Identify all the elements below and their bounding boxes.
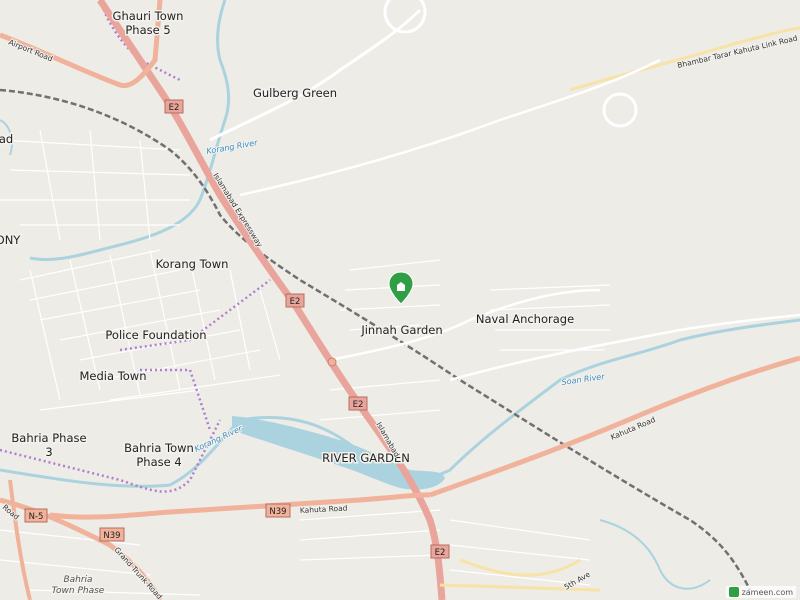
north-interchange [602, 92, 638, 128]
n39-shield-2: N39 [99, 527, 125, 542]
bahria-town-phase-4-label: Bahria Town Phase 4 [124, 441, 194, 469]
kahuta-road-west-label: Kahuta Road [300, 504, 348, 515]
n5-shield: N-5 [24, 508, 48, 523]
naval-anchorage-label: Naval Anchorage [476, 312, 574, 326]
location-pin-icon[interactable] [388, 271, 414, 305]
police-foundation-label: Police Foundation [105, 328, 206, 342]
media-town-label: Media Town [80, 369, 147, 383]
svg-text:E2: E2 [169, 103, 180, 113]
gulberg-green-label: Gulberg Green [253, 86, 337, 100]
n39-shield-1: N39 [265, 503, 291, 518]
bhambar-tarar-road-label: Bhambar Tarar Kahuta Link Road [676, 33, 798, 70]
svg-text:E2: E2 [353, 400, 364, 410]
korang-river-lower-label: Korang River [193, 424, 244, 454]
islamabad-expressway-label: Islamabad Expressway [211, 171, 264, 249]
ad-label: ad [0, 132, 13, 146]
n5-road [8, 479, 32, 600]
watermark-text: zameen.com [741, 587, 793, 597]
bahria-phase-3-label: Bahria Phase 3 [11, 431, 86, 459]
bahria-town-phase-lower-label: Bahria Town Phase [52, 575, 105, 596]
svg-text:E2: E2 [290, 297, 301, 307]
e2-shield-4: E2 [430, 544, 450, 559]
gulberg-road [209, 8, 422, 142]
map-view[interactable]: Ghauri Town Phase 5 Gulberg Green Korang … [0, 0, 800, 600]
junction-circle [327, 357, 337, 367]
jinnah-garden-label: Jinnah Garden [360, 323, 442, 337]
svg-text:E2: E2 [435, 548, 446, 558]
district-boundary [0, 0, 271, 493]
n39-road [49, 492, 431, 520]
korang-town-label: Korang Town [156, 257, 229, 271]
stream-east [599, 519, 711, 590]
svg-text:N39: N39 [269, 507, 286, 517]
soan-river-label: Soan River [561, 372, 606, 387]
zameen-logo-icon [728, 587, 739, 597]
e2-shield-3: E2 [348, 396, 368, 411]
svg-text:N-5: N-5 [29, 512, 44, 522]
ony-label: ONY [0, 233, 21, 247]
svg-text:N39: N39 [103, 531, 120, 541]
top-interchange [383, 0, 427, 34]
map-canvas[interactable]: Ghauri Town Phase 5 Gulberg Green Korang … [0, 0, 800, 600]
e2-shield-1: E2 [164, 99, 184, 114]
e2-shield-2: E2 [285, 293, 305, 308]
grand-trunk-road-label: Grand Trunk Road [113, 545, 165, 600]
watermark: zameen.com [725, 586, 796, 598]
north-link-road [239, 58, 661, 197]
korang-river-upper-label: Korang River [206, 138, 259, 156]
airport-road-label: Airport Road [7, 38, 54, 64]
